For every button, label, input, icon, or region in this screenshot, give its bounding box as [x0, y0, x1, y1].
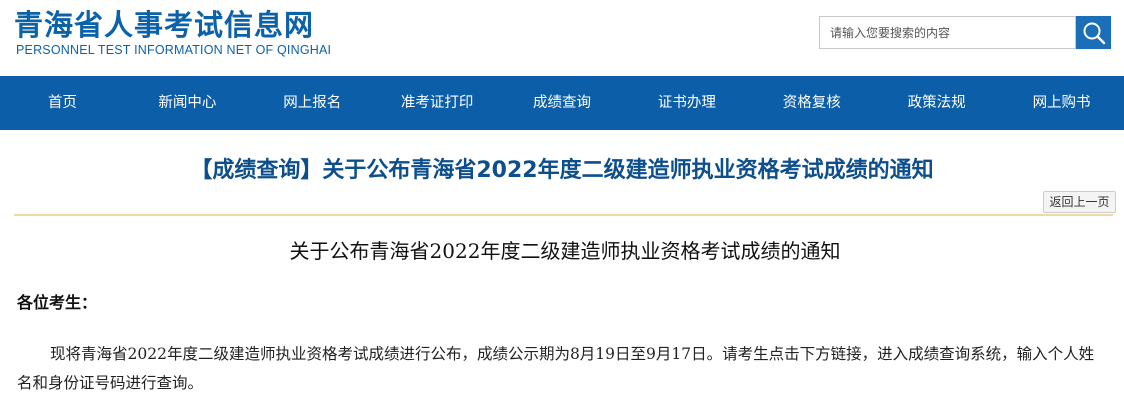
nav-item-qualification-review[interactable]: 资格复核	[749, 76, 874, 130]
nav-item-news[interactable]: 新闻中心	[125, 76, 250, 130]
nav-item-bookstore[interactable]: 网上购书	[999, 76, 1124, 130]
nav-item-score-query[interactable]: 成绩查询	[500, 76, 625, 130]
nav-item-home[interactable]: 首页	[0, 76, 125, 130]
content-title: 关于公布青海省2022年度二级建造师执业资格考试成绩的通知	[289, 239, 841, 263]
search-button[interactable]	[1076, 16, 1111, 49]
search-input[interactable]	[819, 16, 1076, 49]
title-divider	[14, 214, 1113, 216]
nav-item-policy[interactable]: 政策法规	[874, 76, 999, 130]
body-paragraph: 现将青海省2022年度二级建造师执业资格考试成绩进行公布，成绩公示期为8月19日…	[17, 345, 1095, 392]
greeting-text: 各位考生：	[17, 293, 98, 312]
nav-item-registration[interactable]: 网上报名	[250, 76, 375, 130]
nav-item-certificate[interactable]: 证书办理	[624, 76, 749, 130]
main-nav: 首页 新闻中心 网上报名 准考证打印 成绩查询 证书办理 资格复核 政策法规 网…	[0, 76, 1124, 130]
site-logo-subtitle: PERSONNEL TEST INFORMATION NET OF QINGHA…	[16, 43, 332, 57]
back-button[interactable]: 返回上一页	[1043, 191, 1116, 213]
site-header: 青海省人事考试信息网 PERSONNEL TEST INFORMATION NE…	[0, 0, 1124, 76]
search-icon	[1083, 22, 1105, 44]
article-title: 【成绩查询】关于公布青海省2022年度二级建造师执业资格考试成绩的通知	[190, 158, 934, 183]
nav-item-admission-ticket[interactable]: 准考证打印	[375, 76, 500, 130]
site-logo-title[interactable]: 青海省人事考试信息网	[14, 6, 314, 44]
